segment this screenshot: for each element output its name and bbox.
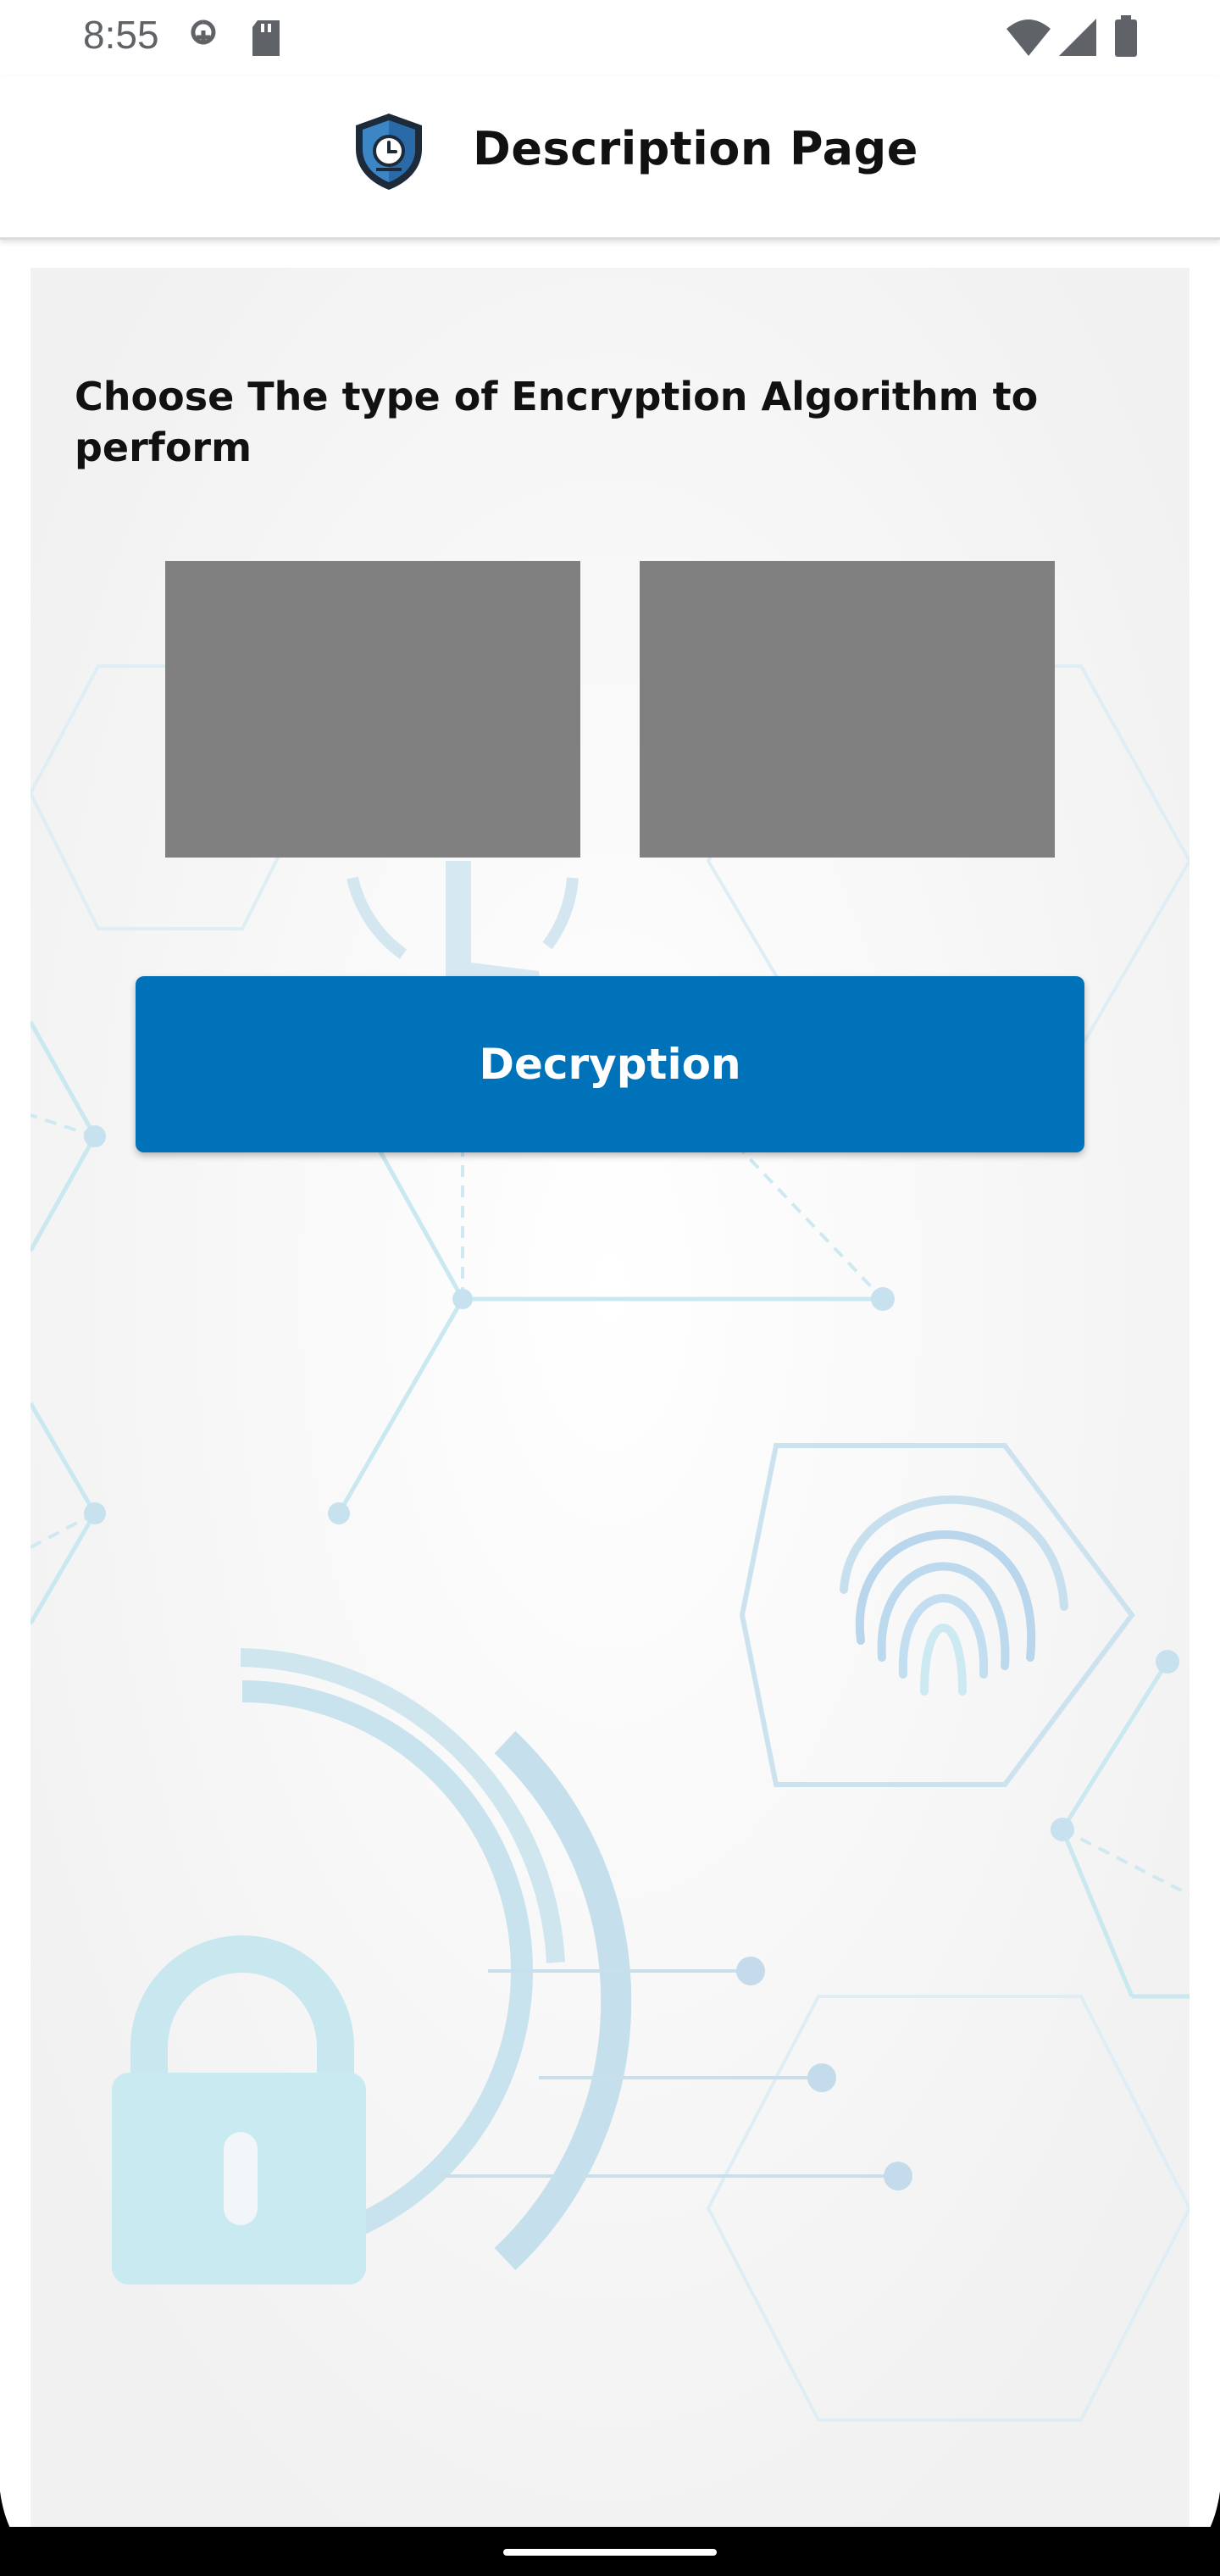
sim-activity-icon (185, 19, 222, 61)
battery-icon (1113, 15, 1139, 61)
navigation-bar (0, 2527, 1220, 2576)
decryption-button[interactable]: Decryption (136, 976, 1084, 1152)
status-bar: 8:55 (0, 0, 1220, 76)
shield-clock-icon (351, 110, 427, 195)
sd-card-icon (249, 19, 283, 61)
page-title: Description Page (473, 122, 918, 175)
cellular-signal-icon (1057, 17, 1098, 61)
status-time: 8:55 (83, 13, 159, 57)
content-panel: Choose The type of Encryption Algorithm … (30, 268, 1190, 2539)
algorithm-option-1[interactable] (165, 561, 580, 858)
app-bar: Description Page (0, 76, 1220, 240)
algorithm-option-2[interactable] (640, 561, 1055, 858)
home-gesture-handle[interactable] (503, 2549, 717, 2556)
instruction-heading: Choose The type of Encryption Algorithm … (75, 374, 1039, 470)
wifi-icon (1005, 17, 1052, 61)
